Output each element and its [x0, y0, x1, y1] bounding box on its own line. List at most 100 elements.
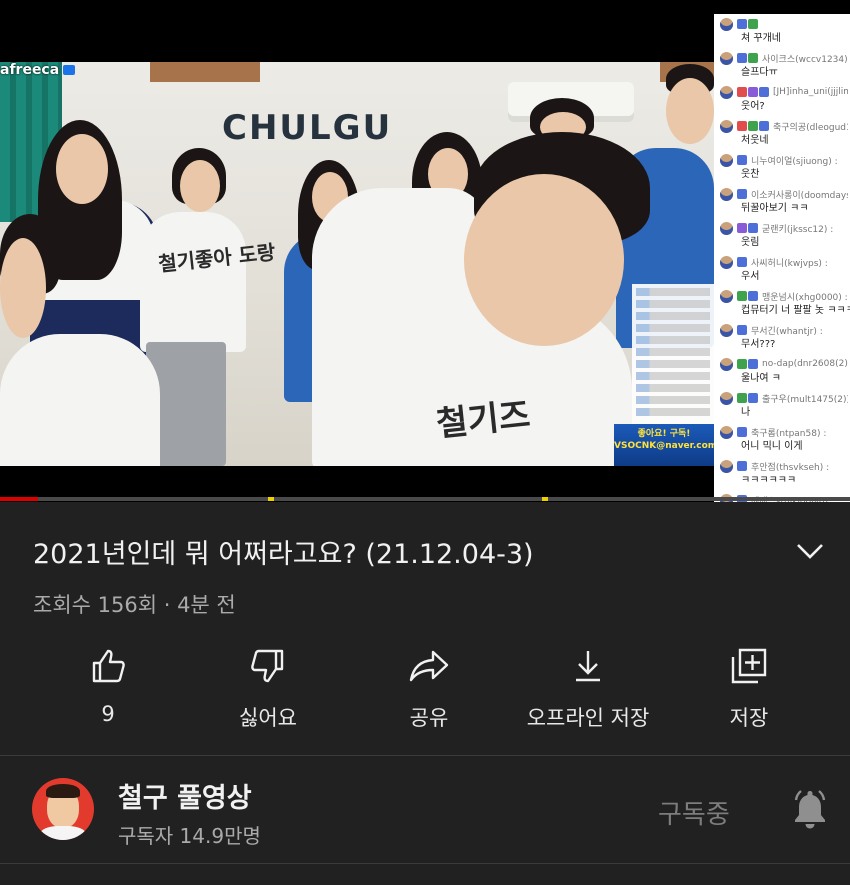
chat-text: 어니 믹니 이게	[741, 441, 803, 452]
chat-avatar	[720, 153, 733, 167]
channel-name[interactable]: 철구 풀영상	[118, 776, 252, 815]
chat-message: 후안점(thsvkseh) : ㅋㅋㅋㅋㅋㅋ	[714, 456, 850, 490]
chat-badge-icon	[737, 325, 747, 335]
save-button[interactable]: 저장	[664, 640, 834, 736]
chat-message: 축구의공(dleogud11) 처웃네	[714, 116, 850, 150]
thumbs-down-icon	[251, 649, 284, 683]
chat-badge-icon	[737, 359, 747, 369]
main-person-face	[464, 174, 624, 346]
dislike-button[interactable]: 싫어요	[183, 640, 353, 736]
chat-badges	[737, 325, 748, 335]
download-label: 오프라인 저장	[526, 706, 650, 730]
chat-badge-icon	[748, 87, 758, 97]
promo-banner: 좋아요! 구독! VSOCNK@naver.com	[614, 424, 714, 466]
chat-badge-icon	[737, 291, 747, 301]
video-meta: 조회수 156회 · 4분 전	[33, 593, 236, 617]
chat-message: 쳐 꾸개네	[714, 14, 850, 48]
action-bar: 9 싫어요 공유 오프라인 저장 저장	[0, 640, 850, 736]
chat-message: 축구롬(ntpan58) : 어니 믹니 이게	[714, 422, 850, 456]
thumbs-up-icon	[92, 649, 125, 683]
wall-sign: CHULGU	[222, 108, 393, 148]
download-icon	[576, 651, 600, 682]
chat-username: 후안점(thsvkseh) :	[751, 462, 830, 473]
chat-badge-icon	[737, 427, 747, 437]
chat-badge-icon	[748, 359, 758, 369]
channel-avatar[interactable]	[32, 778, 94, 840]
chat-text: 뒤꿀아보기 ㅋㅋ	[741, 203, 809, 214]
chat-avatar	[720, 51, 733, 65]
chat-avatar	[720, 255, 733, 269]
share-icon	[409, 650, 449, 682]
expand-description-button[interactable]	[790, 536, 830, 566]
progress-bar[interactable]	[0, 497, 850, 501]
like-button[interactable]: 9	[23, 640, 193, 736]
chat-text: 컵뮤터기 너 팔팔 놋 ㅋㅋㅋㅋㅋㅋㅋㅋㅋ	[741, 305, 850, 316]
live-chat-panel: 쳐 꾸개네 사이크스(wccv1234) : 슬프다ㅠ [JH]inha_uni(jj…	[714, 14, 850, 502]
person-shirt	[140, 212, 246, 352]
add-to-playlist-icon	[731, 648, 767, 684]
chat-badge-icon	[759, 87, 769, 97]
chat-message: 굳랜키(jkssc12) : 웃림	[714, 218, 850, 252]
chat-badges	[737, 461, 748, 471]
chat-text: 처웃네	[741, 135, 769, 146]
download-button[interactable]: 오프라인 저장	[503, 640, 673, 736]
chat-text: 슬프다ㅠ	[741, 67, 778, 78]
chat-username: 굳랜키(jkssc12) :	[762, 224, 834, 235]
shirt-print: 철기즈	[434, 395, 533, 445]
chat-avatar	[720, 289, 733, 303]
divider	[0, 863, 850, 864]
chat-badges	[737, 291, 759, 301]
chat-avatar	[720, 187, 733, 201]
chat-badges	[737, 155, 748, 165]
chat-text: 웃어?	[741, 101, 765, 112]
chat-badges	[737, 19, 759, 29]
chat-badge-icon	[737, 223, 747, 233]
chat-badges	[737, 121, 770, 131]
afreeca-logo: afreeca	[0, 62, 76, 78]
share-button[interactable]: 공유	[344, 640, 514, 736]
chat-badges	[737, 223, 759, 233]
ceiling-beam	[150, 62, 260, 82]
chat-badge-icon	[737, 189, 747, 199]
chat-badges	[737, 53, 759, 63]
chat-badge-icon	[748, 53, 758, 63]
chat-avatar	[720, 357, 733, 371]
chat-username: no-dap(dnr2608(2)) :	[762, 359, 848, 369]
subscriber-count: 구독자 14.9만명	[118, 824, 261, 848]
chat-badges	[737, 189, 748, 199]
chat-avatar	[720, 425, 733, 439]
chat-badge-icon	[737, 121, 747, 131]
video-frame[interactable]: CHULGU 철기좋아 도랑 철기즈 좋아요! 구독! VSOCNK@naver…	[0, 62, 714, 466]
chevron-down-icon	[797, 544, 823, 559]
chat-text: 웃찬	[741, 169, 760, 180]
chat-badge-icon	[759, 121, 769, 131]
chat-badges	[737, 257, 748, 267]
chat-avatar	[720, 119, 733, 133]
chat-username: 무서긴(whantjr) :	[751, 326, 823, 337]
chat-message: 사이크스(wccv1234) : 슬프다ㅠ	[714, 48, 850, 82]
chat-badge-icon	[737, 19, 747, 29]
chat-message: 맹운넘시(xhg0000) : 컵뮤터기 너 팔팔 놋 ㅋㅋㅋㅋㅋㅋㅋㅋㅋ	[714, 286, 850, 320]
chat-text: 우서	[741, 271, 760, 282]
chat-avatar	[720, 323, 733, 337]
subscribed-button[interactable]: 구독중	[658, 794, 730, 831]
like-count: 9	[101, 702, 115, 726]
chat-badge-icon	[748, 121, 758, 131]
progress-played	[0, 497, 39, 501]
chat-badge-icon	[737, 393, 747, 403]
chat-avatar	[720, 391, 733, 405]
video-player[interactable]: CHULGU 철기좋아 도랑 철기즈 좋아요! 구독! VSOCNK@naver…	[0, 0, 850, 502]
chat-avatar	[720, 85, 733, 99]
chat-message: 이소커사롱이(doomdays) : 뒤꿀아보기 ㅋㅋ	[714, 184, 850, 218]
person-face	[180, 160, 220, 212]
notification-bell-button[interactable]	[790, 788, 830, 830]
chat-badge-icon	[737, 257, 747, 267]
chat-badge-icon	[737, 87, 747, 97]
chat-message: [JH]inha_uni(jjjlim2 웃어?	[714, 82, 850, 116]
stream-chat-overlay	[632, 284, 714, 434]
chat-badge-icon	[748, 291, 758, 301]
chat-badges	[737, 427, 748, 437]
chat-badges	[737, 359, 759, 369]
share-label: 공유	[409, 706, 449, 730]
chat-text: 웃림	[741, 237, 760, 248]
